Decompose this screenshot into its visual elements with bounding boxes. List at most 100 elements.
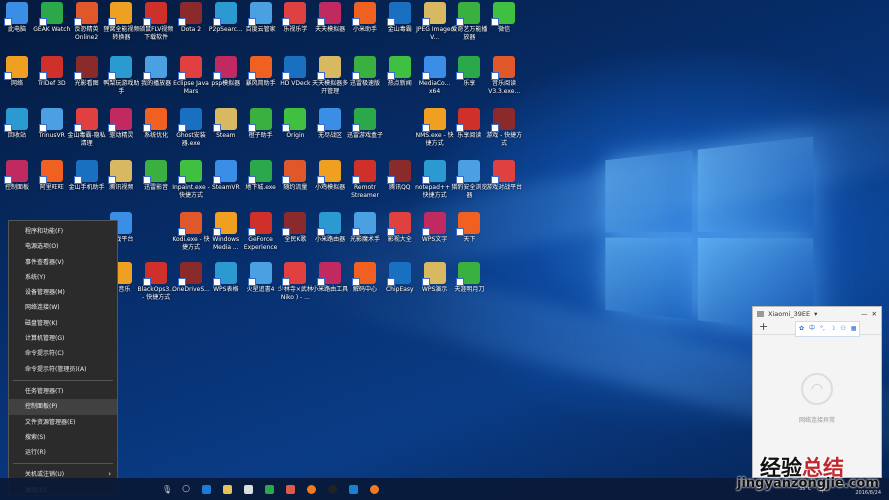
app-icon	[284, 56, 306, 78]
punct-toggle[interactable]: °,	[820, 323, 825, 335]
windows-logo-wallpaper	[605, 136, 813, 333]
menu-item[interactable]: 程序和功能(F)	[9, 224, 117, 239]
app-icon	[145, 56, 167, 78]
task-view-icon[interactable]: ○	[182, 484, 190, 494]
menu-item-label: 电源选项(O)	[25, 243, 58, 250]
app-icon	[458, 160, 480, 182]
paw-icon[interactable]: ✿	[799, 323, 804, 335]
menu-item[interactable]: 计算机管理(G)	[9, 331, 117, 346]
app-pen-icon[interactable]	[286, 485, 295, 494]
app-icon	[458, 262, 480, 284]
desktop-icon-label: 天下	[449, 236, 489, 244]
app-icon	[284, 262, 306, 284]
app-icon	[110, 108, 132, 130]
ime-mode[interactable]: 中	[809, 323, 815, 335]
folder-icon	[757, 311, 764, 317]
add-button[interactable]: +	[759, 320, 768, 333]
app-icon	[76, 56, 98, 78]
file-explorer-icon[interactable]	[223, 485, 232, 494]
desktop-icon[interactable]: 游戏 - 快捷方式	[484, 108, 524, 147]
menu-item-label: 运行(R)	[25, 449, 46, 456]
desktop-icon-label: 游戏 - 快捷方式	[484, 132, 524, 147]
menu-item-label: 计算机管理(G)	[25, 335, 64, 342]
app-icon	[389, 56, 411, 78]
app-icon	[458, 212, 480, 234]
menu-item[interactable]: 搜索(S)	[9, 430, 117, 445]
network-status: 网络连接异常	[753, 415, 881, 424]
menu-item-label: 设备管理器(M)	[25, 289, 65, 296]
app-icon	[458, 56, 480, 78]
app-icon	[180, 108, 202, 130]
app-icon	[424, 262, 446, 284]
app-icon	[319, 212, 341, 234]
app-blue-icon[interactable]	[349, 485, 358, 494]
app-icon	[250, 108, 272, 130]
menu-item[interactable]: 事件查看器(V)	[9, 255, 117, 270]
menu-item-label: 控制面板(P)	[25, 403, 57, 410]
app-icon	[354, 212, 376, 234]
dropdown-icon[interactable]: ▾	[814, 310, 817, 318]
browser-orange-icon-2[interactable]	[370, 485, 379, 494]
desktop-icon[interactable]: 音乐阅读V3.3.exe...	[484, 56, 524, 95]
app-icon	[110, 2, 132, 24]
app-icon	[215, 2, 237, 24]
app-icon	[215, 212, 237, 234]
app-icon	[41, 108, 63, 130]
microphone-icon[interactable]: 🎙	[162, 485, 172, 494]
menu-item[interactable]: 系统(Y)	[9, 270, 117, 285]
app-icon	[180, 2, 202, 24]
app-icon	[354, 108, 376, 130]
qq-icon[interactable]	[328, 485, 337, 494]
app-icon	[41, 56, 63, 78]
menu-item[interactable]: 磁盘管理(K)	[9, 316, 117, 331]
app-icon	[145, 2, 167, 24]
app-icon	[215, 262, 237, 284]
edge-icon[interactable]	[202, 485, 211, 494]
desktop-icon[interactable]: 天涯明月刀	[449, 262, 489, 294]
menu-item[interactable]: 文件资源管理器(E)	[9, 415, 117, 430]
user-icon[interactable]: ⚇	[840, 323, 845, 335]
app-icon	[250, 2, 272, 24]
menu-item[interactable]: 命令提示符(管理员)(A)	[9, 362, 117, 377]
app-icon	[250, 212, 272, 234]
app-icon	[284, 108, 306, 130]
app-icon	[284, 212, 306, 234]
app-icon	[76, 160, 98, 182]
desktop-icon-label: 音乐阅读V3.3.exe...	[484, 80, 524, 95]
store-icon[interactable]	[244, 485, 253, 494]
app-icon	[493, 108, 515, 130]
menu-item-label: 命令提示符(C)	[25, 350, 64, 357]
desktop-icon[interactable]: 微信	[484, 2, 524, 34]
wifi-window-titlebar: Xiaomi_39EE ▾ — ✕	[753, 307, 881, 321]
desktop-icon[interactable]: 天下	[449, 212, 489, 244]
app-icon	[493, 2, 515, 24]
desktop-icon-label: 迅雷游戏盒子	[345, 132, 385, 140]
close-button[interactable]: ✕	[872, 310, 877, 318]
menu-item[interactable]: 电源选项(O)	[9, 239, 117, 254]
moon-icon[interactable]: ☽	[830, 323, 835, 335]
menu-item[interactable]: 设备管理器(M)	[9, 285, 117, 300]
app-icon	[389, 212, 411, 234]
app-green-icon[interactable]	[265, 485, 274, 494]
app-icon	[354, 2, 376, 24]
menu-item[interactable]: 网络连接(W)	[9, 300, 117, 315]
grid-icon[interactable]: ▦	[851, 323, 857, 335]
app-icon	[250, 262, 272, 284]
menu-item[interactable]: 命令提示符(C)	[9, 346, 117, 361]
menu-item-label: 网络连接(W)	[25, 304, 60, 311]
watermark-url: jingyanzongjie.com	[737, 476, 879, 491]
app-icon	[319, 160, 341, 182]
menu-item-label: 文件资源管理器(E)	[25, 419, 75, 426]
desktop-icon[interactable]: 游戏对战平台	[484, 160, 524, 192]
app-icon	[6, 108, 28, 130]
app-icon	[215, 56, 237, 78]
menu-item[interactable]: 控制面板(P)	[9, 399, 117, 414]
browser-orange-icon[interactable]	[307, 485, 316, 494]
desktop-icon[interactable]: 迅雷游戏盒子	[345, 108, 385, 140]
app-icon	[76, 108, 98, 130]
menu-item[interactable]: 任务管理器(T)	[9, 384, 117, 399]
menu-item[interactable]: 运行(R)	[9, 445, 117, 460]
minimize-button[interactable]: —	[861, 310, 868, 318]
menu-item-label: 系统(Y)	[25, 274, 45, 281]
desktop-icon-label: 游戏对战平台	[484, 184, 524, 192]
